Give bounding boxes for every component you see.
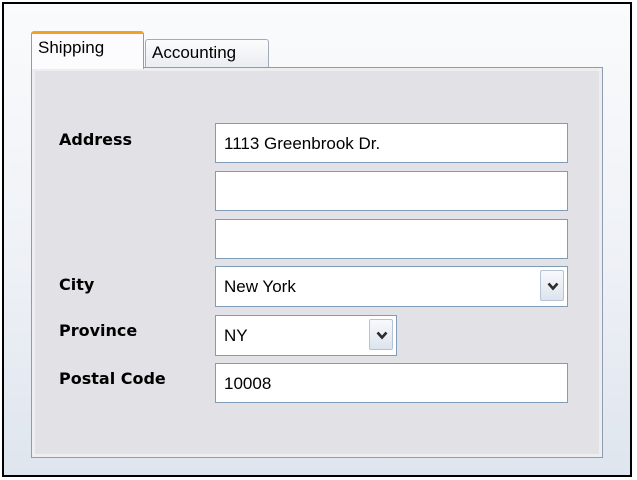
chevron-down-icon: [376, 331, 388, 340]
city-select[interactable]: New York: [215, 266, 568, 307]
province-dropdown-button[interactable]: [369, 319, 393, 350]
province-selected-value: NY: [224, 326, 248, 345]
address-line3-input[interactable]: [215, 219, 568, 259]
province-label: Province: [59, 321, 138, 340]
postal-code-input[interactable]: 10008: [215, 363, 568, 403]
tab-accounting-label: Accounting: [152, 43, 237, 62]
address-line2-input[interactable]: [215, 171, 568, 211]
address-label: Address: [59, 130, 133, 149]
tab-shipping-label: Shipping: [38, 38, 105, 57]
province-select[interactable]: NY: [215, 315, 397, 356]
chevron-down-icon: [547, 282, 559, 291]
city-label: City: [59, 275, 95, 294]
tab-accounting[interactable]: Accounting: [145, 39, 269, 70]
postal-code-label: Postal Code: [59, 369, 166, 388]
city-dropdown-button[interactable]: [540, 270, 564, 301]
city-selected-value: New York: [224, 277, 296, 296]
address-line1-input[interactable]: 1113 Greenbrook Dr.: [215, 123, 568, 163]
tab-shipping[interactable]: Shipping: [31, 31, 144, 69]
